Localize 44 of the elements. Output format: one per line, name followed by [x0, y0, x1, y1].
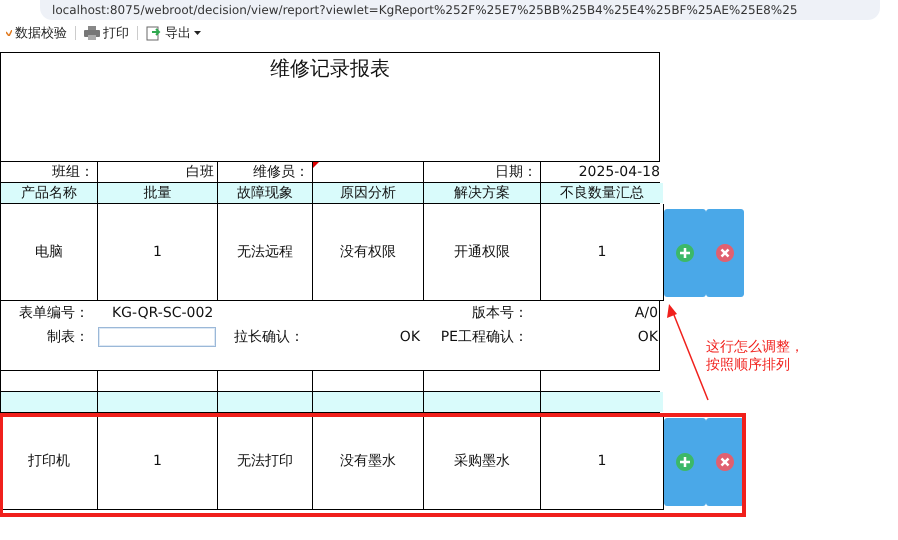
column-header: 原因分析 [313, 183, 423, 203]
plus-icon [676, 452, 694, 470]
field-label: 制表： [46, 328, 90, 346]
field-value: OK [400, 329, 420, 345]
table-cell: 没有权限 [313, 204, 423, 300]
table-cell: 2025-04-18 [541, 162, 663, 182]
printer-icon [84, 26, 100, 40]
plus-icon [676, 244, 694, 262]
field-label: 表单编号： [18, 304, 90, 322]
field-value: A/0 [634, 305, 658, 321]
column-header: 不良数量汇总 [541, 183, 663, 203]
close-icon [716, 452, 734, 470]
table-cell: 维修员： [218, 162, 312, 182]
field-value: OK [638, 329, 658, 345]
export-icon [146, 25, 162, 41]
add-row-button[interactable] [664, 208, 706, 296]
delete-row-button[interactable] [706, 418, 744, 506]
column-header: 批量 [98, 183, 217, 203]
field-label: 拉长确认： [233, 328, 305, 346]
table-cell: 白班 [98, 162, 217, 182]
check-icon [6, 30, 12, 36]
toolbar-button[interactable]: 导出 [144, 24, 203, 42]
close-icon [716, 244, 734, 262]
field-label: PE工程确认： [440, 328, 529, 346]
address-bar[interactable]: localhost:8075/webroot/decision/view/report?viewlet=KgReport%252F%25E7%25BB%25B4%25E4%25BF%25AE%25E8%25 [40, 0, 880, 20]
column-header: 故障现象 [218, 183, 312, 203]
table-cell: 无法远程 [218, 204, 312, 300]
add-row-button[interactable] [664, 418, 706, 506]
toolbar-button[interactable]: 数据校验 [4, 24, 69, 42]
column-header: 解决方案 [424, 183, 540, 203]
table-cell: 1 [541, 204, 663, 300]
input-field[interactable] [98, 327, 216, 347]
table-cell: 电脑 [1, 204, 97, 300]
toolbar-button[interactable]: 打印 [82, 24, 131, 42]
report-title: 维修记录报表 [270, 55, 390, 81]
annotation-text: 这行怎么调整， 按照顺序排列 [706, 338, 804, 374]
table-cell: 1 [98, 204, 217, 300]
column-header: 产品名称 [1, 183, 97, 203]
table-cell: 开通权限 [424, 204, 540, 300]
field-value: KG-QR-SC-002 [111, 305, 214, 321]
field-label: 版本号： [471, 304, 529, 322]
delete-row-button[interactable] [706, 208, 744, 296]
table-cell: 班组： [1, 162, 97, 182]
table-cell: 日期： [424, 162, 540, 182]
